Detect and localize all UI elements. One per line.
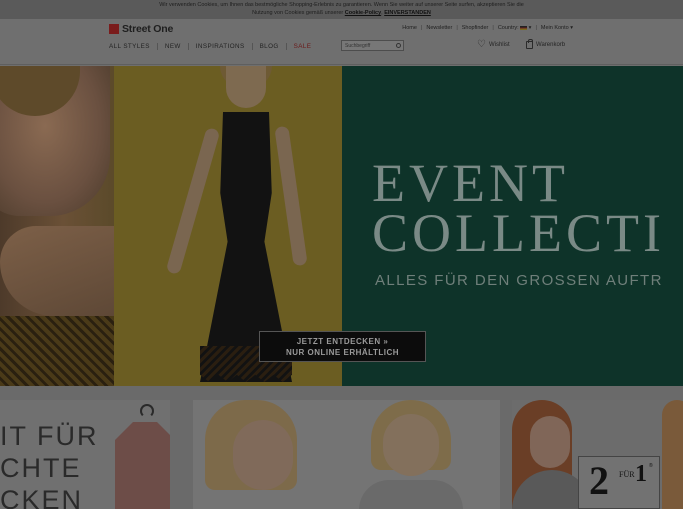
- heart-icon: ♡: [477, 39, 486, 50]
- teaser-line3: CKEN: [0, 485, 84, 509]
- cookie-text-line1: Wir verwenden Cookies, um Ihnen das best…: [159, 2, 524, 8]
- model-face: [226, 66, 266, 108]
- search-icon[interactable]: [396, 43, 401, 48]
- brand-logo[interactable]: Street One: [109, 23, 173, 35]
- chevron-down-icon: ▾: [570, 25, 573, 31]
- separator: |: [420, 25, 423, 31]
- hero-banner[interactable]: EVENT COLLECTI ALLES FÜR DEN GROSSEN AUF…: [0, 66, 683, 386]
- discover-button[interactable]: JETZT ENTDECKEN » NUR ONLINE ERHÄLTLICH: [259, 331, 426, 362]
- shopping-bag-icon: [526, 39, 533, 49]
- teaser-headline: IT FÜR CHTE CKEN: [0, 420, 99, 509]
- nav-item-blog[interactable]: BLOG: [253, 43, 287, 50]
- account-label: Mein Konto: [540, 25, 569, 31]
- separator: |: [492, 25, 494, 31]
- hero-title: EVENT COLLECTI: [372, 153, 665, 263]
- model-arm-left: [165, 126, 221, 276]
- cta-line1: JETZT ENTDECKEN »: [296, 337, 389, 346]
- utility-shopfinder-link[interactable]: Shopfinder: [462, 25, 489, 31]
- offer-number-one: 1: [635, 461, 647, 487]
- teaser-row: IT FÜR CHTE CKEN 2 FÜR 1 ®: [0, 386, 683, 509]
- model-face: [233, 420, 293, 490]
- cookie-policy-link[interactable]: Cookie-Policy: [345, 10, 381, 16]
- model-partial: [662, 400, 683, 509]
- cta-line2: NUR ONLINE ERHÄLTLICH: [285, 348, 399, 357]
- two-for-one-badge: 2 FÜR 1 ®: [578, 456, 660, 509]
- teaser-tile-jacket[interactable]: IT FÜR CHTE CKEN: [0, 400, 170, 509]
- nav-item-new[interactable]: NEW: [158, 43, 189, 50]
- separator: |: [456, 25, 458, 31]
- model-face: [383, 414, 439, 476]
- cart-label: Warenkorb: [536, 42, 566, 48]
- teaser-tile-models[interactable]: [193, 400, 500, 509]
- cookie-text-line2: Nutzung von Cookies gemäß unserer Cookie…: [252, 10, 431, 16]
- jacket-on-hanger: [110, 404, 170, 509]
- offer-number-two: 2: [589, 458, 609, 503]
- hero-subtitle: ALLES FÜR DEN GROSSEN AUFTR: [375, 272, 663, 289]
- cart-link[interactable]: Warenkorb: [526, 39, 566, 49]
- nav-item-inspirations[interactable]: INSPIRATIONS: [189, 43, 253, 50]
- wishlist-link[interactable]: ♡ Wishlist: [477, 39, 510, 50]
- model-arm: [0, 226, 114, 316]
- nav-item-sale[interactable]: SALE: [287, 43, 319, 50]
- registered-mark: ®: [649, 463, 653, 469]
- german-flag-icon: [520, 25, 528, 30]
- utility-nav: Home | Newsletter | Shopfinder | Country…: [402, 25, 573, 31]
- logo-mark-icon: [109, 24, 119, 34]
- hero-title-line1: EVENT: [372, 153, 569, 213]
- offer-for-label: FÜR: [619, 470, 635, 479]
- model-arm-right: [274, 125, 308, 267]
- country-label: Country:: [497, 25, 519, 31]
- search-input[interactable]: Suchbegriff: [341, 40, 404, 51]
- model-skirt: [0, 316, 114, 386]
- site-header: Street One Home | Newsletter | Shopfinde…: [0, 19, 683, 65]
- hanger-icon: [140, 404, 154, 418]
- jacket-image: [115, 422, 170, 509]
- country-selector[interactable]: Country: ▾: [498, 25, 532, 31]
- cookie-agree-link[interactable]: EINVERSTANDEN: [384, 10, 431, 16]
- nav-item-all-styles[interactable]: ALL STYLES: [109, 43, 158, 50]
- hero-image-left: [0, 66, 114, 386]
- cookie-text-prefix: Nutzung von Cookies gemäß unserer: [252, 10, 344, 16]
- teaser-line1: IT FÜR: [0, 421, 99, 451]
- cookie-banner: Wir verwenden Cookies, um Ihnen das best…: [0, 0, 683, 19]
- utility-newsletter-link[interactable]: Newsletter: [426, 25, 452, 31]
- model-shirt: [359, 480, 463, 509]
- account-menu[interactable]: Mein Konto ▾: [541, 25, 573, 31]
- chevron-down-icon: ▾: [528, 25, 532, 31]
- wishlist-label: Wishlist: [488, 42, 510, 48]
- teaser-line2: CHTE: [0, 453, 82, 483]
- brand-name: Street One: [122, 23, 174, 35]
- separator: |: [535, 25, 537, 31]
- teaser-tile-offer[interactable]: 2 FÜR 1 ®: [512, 400, 683, 509]
- main-nav: ALL STYLES NEW INSPIRATIONS BLOG SALE: [109, 43, 318, 50]
- search-placeholder: Suchbegriff: [345, 43, 371, 49]
- utility-home-link[interactable]: Home: [402, 25, 417, 31]
- model-face: [530, 416, 570, 468]
- hero-title-line2: COLLECTI: [372, 203, 665, 263]
